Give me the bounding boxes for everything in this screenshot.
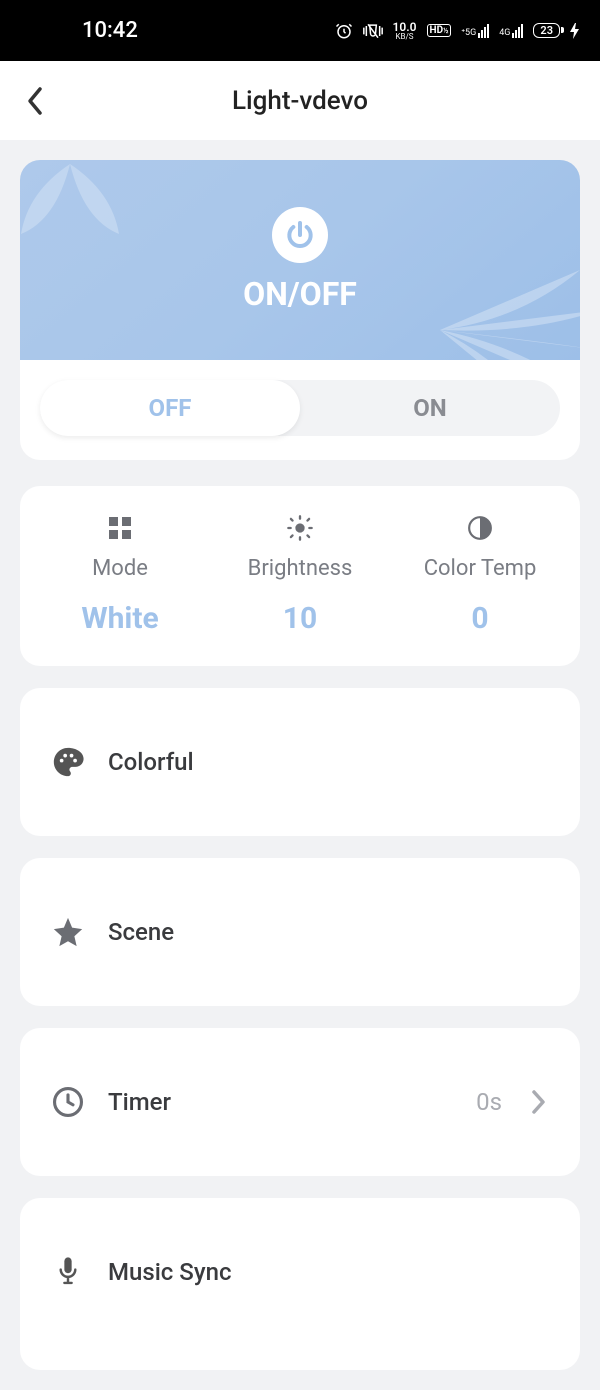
mode-stat[interactable]: Mode White xyxy=(30,514,210,636)
colorful-label: Colorful xyxy=(108,748,550,776)
scene-label: Scene xyxy=(108,918,550,946)
grid-icon xyxy=(107,514,133,542)
colorful-row[interactable]: Colorful xyxy=(20,688,580,836)
nav-bar: Light-vdevo xyxy=(0,61,600,140)
colortemp-label: Color Temp xyxy=(424,556,537,581)
mode-label: Mode xyxy=(92,556,148,581)
toggle-section: OFF ON xyxy=(20,360,580,460)
power-button[interactable] xyxy=(272,207,328,263)
status-time: 10:42 xyxy=(20,18,138,43)
battery-icon: 23 xyxy=(533,23,560,38)
decorative-leaf-icon xyxy=(440,230,580,360)
palette-icon xyxy=(50,744,86,780)
music-row[interactable]: Music Sync xyxy=(20,1198,580,1370)
signal-5g: ⁺5G xyxy=(461,24,489,38)
onoff-toggle[interactable]: OFF ON xyxy=(40,380,560,436)
sun-icon xyxy=(286,514,314,542)
net-speed: 10.0 KB/S xyxy=(393,21,417,41)
mode-value: White xyxy=(81,601,158,636)
colortemp-value: 0 xyxy=(471,601,488,636)
brightness-value: 10 xyxy=(283,601,317,636)
timer-label: Timer xyxy=(108,1088,454,1116)
timer-row[interactable]: Timer 0s xyxy=(20,1028,580,1176)
hero-card: ON/OFF xyxy=(20,160,580,360)
timer-value: 0s xyxy=(476,1088,502,1116)
page-title: Light-vdevo xyxy=(20,86,580,116)
alarm-icon xyxy=(335,22,353,40)
stats-card: Mode White Brightness 10 Color Temp 0 xyxy=(20,486,580,666)
contrast-icon xyxy=(467,514,493,542)
scene-row[interactable]: Scene xyxy=(20,858,580,1006)
chevron-right-icon xyxy=(530,1089,550,1115)
brightness-stat[interactable]: Brightness 10 xyxy=(210,514,390,636)
status-right: 10.0 KB/S HD½ ⁺5G 4G 23 xyxy=(335,21,580,41)
signal-4g: 4G xyxy=(499,24,523,38)
decorative-leaf-icon xyxy=(20,160,140,290)
hero-label: ON/OFF xyxy=(243,275,357,313)
content: ON/OFF OFF ON Mode White Brightness 10 C xyxy=(0,140,600,1390)
star-icon xyxy=(50,914,86,950)
toggle-off[interactable]: OFF xyxy=(40,380,300,436)
mic-icon xyxy=(50,1254,86,1290)
music-label: Music Sync xyxy=(108,1258,550,1286)
charging-icon xyxy=(570,23,580,39)
toggle-on[interactable]: ON xyxy=(300,380,560,436)
vibrate-icon xyxy=(363,22,383,40)
status-bar: 10:42 10.0 KB/S HD½ ⁺5G 4G xyxy=(0,0,600,61)
brightness-label: Brightness xyxy=(248,556,353,581)
back-button[interactable] xyxy=(20,86,50,116)
hd-badge: HD½ xyxy=(427,24,452,37)
colortemp-stat[interactable]: Color Temp 0 xyxy=(390,514,570,636)
clock-icon xyxy=(50,1084,86,1120)
